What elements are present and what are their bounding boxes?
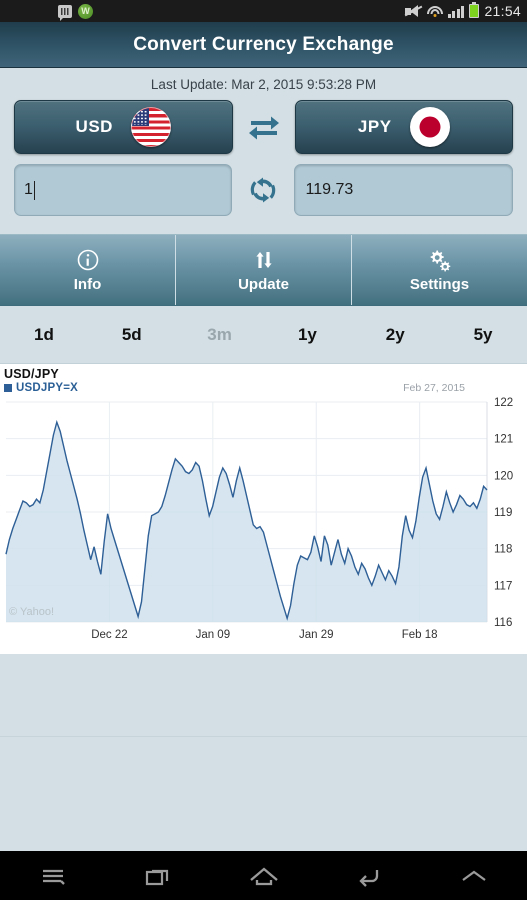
- swap-horizontal-icon: [248, 116, 279, 140]
- x-tick-label: Dec 22: [91, 629, 128, 641]
- range-tab-1y[interactable]: 1y: [263, 325, 351, 345]
- chart-title: USD/JPY: [4, 367, 59, 381]
- refresh-circular-icon: [250, 177, 275, 203]
- swap-currency-button[interactable]: [233, 114, 295, 140]
- update-label: Update: [238, 275, 289, 293]
- status-bar: 21:54: [0, 0, 527, 22]
- refresh-rate-button[interactable]: [232, 175, 294, 205]
- app-root: 21:54 Convert Currency Exchange Last Upd…: [0, 0, 527, 900]
- range-tab-5d[interactable]: 5d: [88, 325, 176, 345]
- range-tab-5y[interactable]: 5y: [439, 325, 527, 345]
- green-app-icon: [78, 3, 93, 19]
- price-chart[interactable]: USD/JPY USDJPY=X Feb 27, 2015 116 117 118 1…: [0, 364, 527, 654]
- chart-watermark: © Yahoo!: [9, 606, 55, 618]
- up-down-arrows-icon: [255, 251, 272, 268]
- battery-icon: [469, 2, 480, 18]
- amount-row: 1 119.73: [14, 164, 513, 216]
- to-currency-button[interactable]: JPY: [294, 100, 513, 154]
- from-amount-input[interactable]: 1: [14, 164, 232, 216]
- chart-x-axis: Dec 22 Jan 09 Jan 29 Feb 18: [0, 628, 527, 650]
- signal-icon: [447, 5, 465, 18]
- to-currency-code: JPY: [357, 117, 392, 136]
- recents-button[interactable]: [105, 851, 210, 900]
- svg-text:120: 120: [494, 470, 513, 482]
- svg-text:117: 117: [494, 580, 512, 592]
- mute-icon: [404, 4, 423, 18]
- back-button[interactable]: [316, 851, 421, 900]
- hangouts-icon: [58, 4, 72, 21]
- currency-select-row: USD JPY: [14, 100, 513, 154]
- settings-button[interactable]: Settings: [351, 235, 527, 305]
- chart-legend: USDJPY=X Feb 27, 2015: [0, 381, 527, 396]
- status-notifications: [58, 3, 93, 21]
- chevron-up-icon: [462, 870, 486, 881]
- svg-text:119: 119: [494, 507, 512, 519]
- jp-flag-icon: [409, 107, 450, 147]
- range-tab-3m[interactable]: 3m: [176, 325, 264, 345]
- title-bar: Convert Currency Exchange: [0, 22, 527, 68]
- chart-date-annotation: Feb 27, 2015: [403, 382, 465, 394]
- chevron-up-button[interactable]: [422, 851, 527, 900]
- page-title: Convert Currency Exchange: [133, 33, 394, 55]
- status-clock: 21:54: [484, 3, 521, 19]
- to-amount-value: 119.73: [305, 181, 354, 198]
- text-caret: [33, 180, 35, 200]
- empty-area: [0, 736, 527, 851]
- from-amount-value: 1: [24, 181, 33, 198]
- range-tab-2y[interactable]: 2y: [351, 325, 439, 345]
- back-icon: [359, 869, 379, 887]
- range-tabs: 1d 5d 3m 1y 2y 5y: [0, 306, 527, 364]
- from-currency-code: USD: [75, 117, 113, 136]
- info-label: Info: [73, 275, 102, 293]
- recents-icon: [146, 869, 169, 885]
- x-tick-label: Jan 09: [195, 629, 231, 641]
- from-currency-button[interactable]: USD: [14, 100, 233, 154]
- legend-label: USDJPY=X: [16, 382, 79, 394]
- gears-icon: [430, 250, 450, 271]
- svg-text:122: 122: [494, 397, 513, 409]
- svg-text:121: 121: [494, 434, 513, 446]
- to-amount-input[interactable]: 119.73: [293, 164, 513, 216]
- status-icons: 21:54: [404, 2, 521, 19]
- range-tab-1d[interactable]: 1d: [0, 325, 88, 345]
- us-flag-icon: [130, 107, 171, 147]
- legend-swatch-icon: [4, 384, 12, 392]
- home-icon: [249, 866, 278, 885]
- last-update-text: Last Update: Mar 2, 2015 9:53:28 PM: [150, 76, 377, 92]
- info-button[interactable]: Info: [0, 235, 175, 305]
- settings-label: Settings: [409, 275, 470, 293]
- x-tick-label: Jan 29: [298, 629, 334, 641]
- converter-panel: USD JPY 1 119.73: [0, 100, 527, 216]
- chart-canvas: 116 117 118 119 120 121 122: [0, 396, 527, 628]
- update-button[interactable]: Update: [175, 235, 351, 305]
- menu-button[interactable]: [0, 851, 105, 900]
- system-nav-bar: [0, 851, 527, 900]
- info-circle-icon: [77, 249, 98, 270]
- action-bar: Info Update Settings: [0, 234, 527, 306]
- wifi-icon: [426, 5, 443, 18]
- svg-text:118: 118: [494, 544, 512, 556]
- menu-icon: [42, 869, 65, 885]
- home-button[interactable]: [211, 851, 316, 900]
- svg-text:116: 116: [494, 617, 512, 628]
- x-tick-label: Feb 18: [401, 629, 438, 641]
